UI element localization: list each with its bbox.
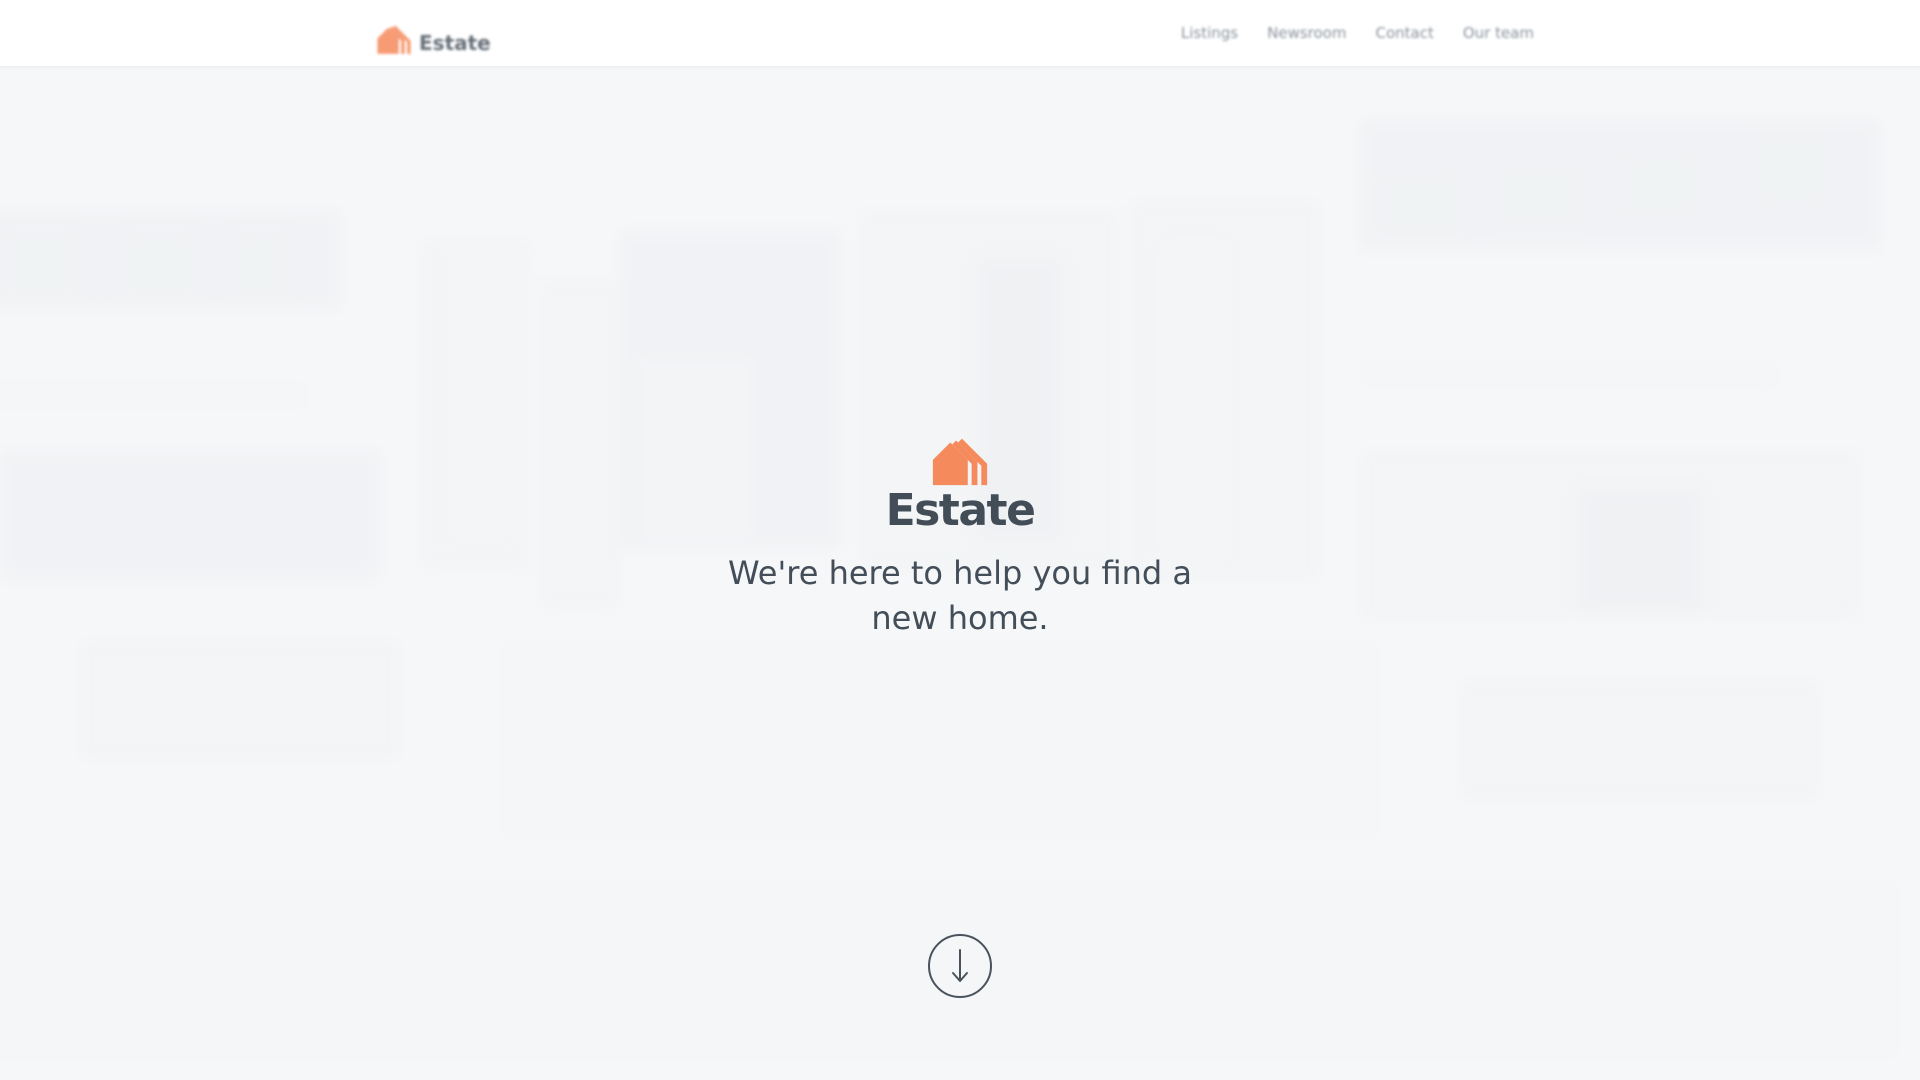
arrow-down-icon	[952, 949, 968, 982]
top-navigation-bar: Estate Listings Newsroom Contact Our tea…	[0, 0, 1920, 66]
hero-section: Estate We're here to help you find a new…	[0, 425, 1920, 641]
main-menu: Listings Newsroom Contact Our team	[1181, 0, 1534, 66]
house-logo-icon	[932, 438, 988, 486]
nav-link-contact[interactable]: Contact	[1375, 24, 1433, 42]
house-logo-icon	[377, 25, 411, 54]
nav-link-listings[interactable]: Listings	[1181, 24, 1238, 42]
hero-brand-name: Estate	[885, 485, 1036, 536]
scroll-down-button[interactable]	[928, 934, 992, 998]
brand-logo-link[interactable]: Estate	[375, 12, 491, 56]
hero-tagline: We're here to help you find a new home.	[728, 554, 1192, 638]
nav-link-our-team[interactable]: Our team	[1463, 24, 1534, 42]
brand-name: Estate	[419, 31, 491, 55]
nav-link-newsroom[interactable]: Newsroom	[1267, 24, 1346, 42]
